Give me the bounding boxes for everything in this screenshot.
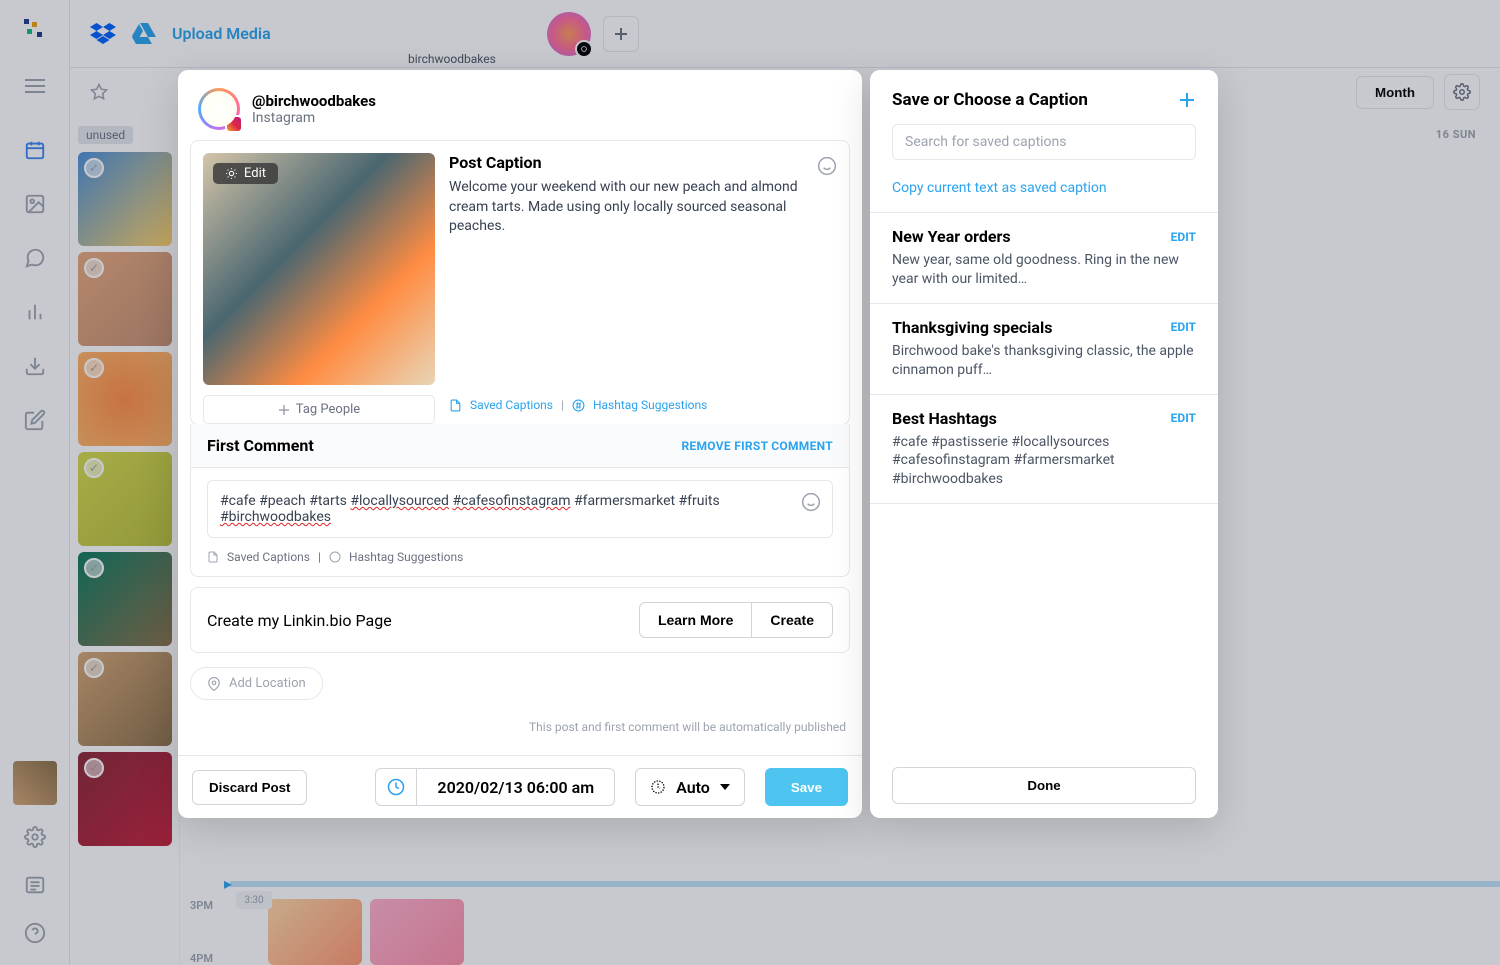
tag-people-button[interactable]: Tag People [203, 395, 435, 424]
edit-caption-link[interactable]: EDIT [1171, 411, 1196, 425]
captions-panel: Save or Choose a Caption Search for save… [870, 70, 1218, 818]
emoji-icon[interactable] [801, 492, 821, 512]
discard-button[interactable]: Discard Post [192, 770, 307, 805]
auto-dropdown[interactable]: Auto [635, 768, 745, 806]
hashtag-icon [572, 399, 585, 412]
schedule-clock-icon[interactable] [375, 768, 417, 806]
edit-caption-link[interactable]: EDIT [1171, 320, 1196, 334]
learn-more-button[interactable]: Learn More [639, 602, 752, 638]
emoji-icon[interactable] [817, 156, 837, 176]
caption-name: Thanksgiving specials [892, 318, 1052, 337]
remove-first-comment-link[interactable]: REMOVE FIRST COMMENT [681, 439, 833, 453]
hashtag-icon [329, 551, 341, 563]
done-button[interactable]: Done [892, 767, 1196, 804]
hashtag-suggestions-link[interactable]: Hashtag Suggestions [349, 550, 463, 564]
add-caption-icon[interactable] [1178, 91, 1196, 109]
search-captions-input[interactable]: Search for saved captions [892, 124, 1196, 160]
caption-label: Post Caption [449, 153, 542, 172]
first-comment-card: First Comment REMOVE FIRST COMMENT #cafe… [190, 424, 850, 577]
account-handle: @birchwoodbakes [252, 92, 376, 110]
caption-name: New Year orders [892, 227, 1011, 246]
copy-current-text-link[interactable]: Copy current text as saved caption [870, 174, 1218, 212]
saved-captions-icon [207, 551, 219, 563]
caption-preview: #cafe #pastisserie #locallysources #cafe… [892, 433, 1196, 490]
post-editor-modal: @birchwoodbakes Instagram Edit Tag Peopl… [178, 70, 862, 818]
caption-preview: Birchwood bake's thanksgiving classic, t… [892, 342, 1196, 380]
first-comment-textarea[interactable]: #cafe #peach #tarts #locallysourced #caf… [207, 480, 833, 538]
hashtag-suggestions-link[interactable]: Hashtag Suggestions [593, 398, 707, 412]
linkin-label: Create my Linkin.bio Page [207, 611, 392, 630]
saved-captions-link[interactable]: Saved Captions [470, 398, 553, 412]
schedule-date-field[interactable]: 2020/02/13 06:00 am [417, 768, 615, 806]
caption-preview: New year, same old goodness. Ring in the… [892, 251, 1196, 289]
auto-publish-note: This post and first comment will be auto… [190, 720, 850, 734]
platform-label: Instagram [252, 110, 376, 126]
add-location-button[interactable]: Add Location [190, 667, 323, 700]
instagram-badge-icon [225, 115, 243, 133]
linkin-bio-card: Create my Linkin.bio Page Learn More Cre… [190, 587, 850, 653]
post-image[interactable]: Edit [203, 153, 435, 385]
caption-textarea[interactable]: Welcome your weekend with our new peach … [449, 178, 837, 237]
post-card: Edit Tag People Post Caption Welcome you… [190, 140, 850, 425]
saved-caption-item[interactable]: New Year orders EDIT New year, same old … [870, 213, 1218, 304]
save-button[interactable]: Save [765, 768, 848, 806]
saved-captions-icon [449, 399, 462, 412]
saved-caption-item[interactable]: Best Hashtags EDIT #cafe #pastisserie #l… [870, 395, 1218, 505]
saved-caption-item[interactable]: Thanksgiving specials EDIT Birchwood bak… [870, 304, 1218, 395]
saved-captions-link[interactable]: Saved Captions [227, 550, 310, 564]
panel-title: Save or Choose a Caption [892, 90, 1088, 110]
caption-name: Best Hashtags [892, 409, 997, 428]
create-button[interactable]: Create [752, 602, 833, 638]
modal-footer: Discard Post 2020/02/13 06:00 am Auto Sa… [178, 755, 862, 818]
edit-image-button[interactable]: Edit [213, 163, 278, 184]
edit-caption-link[interactable]: EDIT [1171, 230, 1196, 244]
first-comment-label: First Comment [207, 436, 314, 455]
account-avatar [198, 88, 240, 130]
